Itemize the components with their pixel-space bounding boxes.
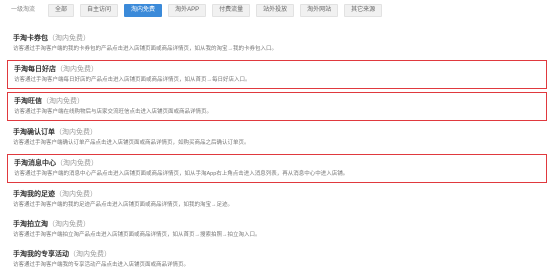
tab-7[interactable]: 淘外网站 bbox=[300, 3, 339, 17]
item-title-line: 手淘拍立淘（淘内免费） bbox=[13, 220, 541, 230]
item-description: 访客通过手淘客户端拍立淘产品点击进入店铺页面或商品详情页，如从首页→搜索拍照→拍… bbox=[13, 232, 261, 238]
source-tabs: 一级淘流 全部 自主访问 淘内免费 淘外APP 付费流量 站外投放 淘外网站 其它来源 bbox=[0, 0, 554, 20]
item-title: 手淘消息中心 bbox=[14, 160, 56, 167]
tab-5[interactable]: 付费流量 bbox=[212, 3, 251, 17]
item-category-tag: （淘内免费） bbox=[48, 35, 90, 42]
item-title-line: 手淘消息中心（淘内免费） bbox=[14, 159, 540, 169]
tab-1[interactable]: 全部 bbox=[48, 3, 75, 17]
item-description: 访客通过手淘客户端我的专享活动产品点击进入店铺页面或商品详情页。 bbox=[13, 262, 190, 268]
item-title: 手淘卡券包 bbox=[13, 35, 48, 42]
item-title-line: 手淘我的专享活动（淘内免费） bbox=[13, 250, 541, 260]
tab-2[interactable]: 自主访问 bbox=[80, 3, 119, 17]
list-item: 手淘卡券包（淘内免费） 访客通过手淘客户端的我的卡券包的产品点击进入店铺页面或商品… bbox=[7, 30, 547, 57]
item-title-line: 手淘卡券包（淘内免费） bbox=[13, 34, 541, 44]
item-description: 访客通过手淘客户端的我的足迹产品点击进入店铺页面或商品详情页，如我的淘宝→足迹。 bbox=[13, 202, 234, 208]
tab-6[interactable]: 站外投放 bbox=[256, 3, 295, 17]
item-title: 手淘我的足迹 bbox=[13, 191, 55, 198]
item-description: 访客通过手淘客户端每日好店的产品点击进入店铺页面或商品详情页，如从首页→每日好店… bbox=[14, 77, 251, 83]
tab-group-label: 一级淘流 bbox=[11, 6, 36, 13]
list-item: 手淘我的足迹（淘内免费） 访客通过手淘客户端的我的足迹产品点击进入店铺页面或商品详… bbox=[7, 186, 547, 213]
item-category-tag: （淘内免费） bbox=[55, 129, 97, 136]
item-title-line: 手淘确认订单（淘内免费） bbox=[13, 128, 541, 138]
item-category-tag: （淘内免费） bbox=[42, 98, 84, 105]
item-title-line: 手淘旺信（淘内免费） bbox=[14, 97, 540, 107]
item-description: 访客通过手淘客户端确认订单产品点击进入店铺页面或商品详情页，如购买商品之后确认订… bbox=[13, 140, 250, 146]
item-category-tag: （淘内免费） bbox=[56, 66, 98, 73]
item-title: 手淘确认订单 bbox=[13, 129, 55, 136]
item-category-tag: （淘内免费） bbox=[56, 160, 98, 167]
item-title: 手淘旺信 bbox=[14, 98, 42, 105]
item-description: 访客通过手淘客户端的我的卡券包的产品点击进入店铺页面或商品详情页，如从我的淘宝→… bbox=[13, 46, 278, 52]
list-item: 手淘每日好店（淘内免费） 访客通过手淘客户端每日好店的产品点击进入店铺页面或商品详… bbox=[7, 60, 547, 89]
item-description: 访客通过手淘客户端的消息中心产品点击进入店铺页面或商品详情页，如从手淘App右上… bbox=[14, 171, 349, 177]
list-item: 手淘消息中心（淘内免费） 访客通过手淘客户端的消息中心产品点击进入店铺页面或商品详… bbox=[7, 154, 547, 183]
list-item: 手淘确认订单（淘内免费） 访客通过手淘客户端确认订单产品点击进入店铺页面或商品详情… bbox=[7, 124, 547, 151]
list-item: 手淘我的专享活动（淘内免费） 访客通过手淘客户端我的专享活动产品点击进入店铺页面或… bbox=[7, 246, 547, 273]
traffic-source-list: 手淘卡券包（淘内免费） 访客通过手淘客户端的我的卡券包的产品点击进入店铺页面或商品… bbox=[7, 30, 547, 273]
list-item: 手淘拍立淘（淘内免费） 访客通过手淘客户端拍立淘产品点击进入店铺页面或商品详情页，… bbox=[7, 216, 547, 243]
item-title: 手淘拍立淘 bbox=[13, 221, 48, 228]
list-item: 手淘旺信（淘内免费） 访客通过手淘客户端在线购物后与店家交流旺信点击进入店铺页面或… bbox=[7, 92, 547, 121]
item-title-line: 手淘我的足迹（淘内免费） bbox=[13, 190, 541, 200]
tab-4[interactable]: 淘外APP bbox=[168, 3, 207, 17]
item-description: 访客通过手淘客户端在线购物后与店家交流旺信点击进入店铺页面或商品详情页。 bbox=[14, 109, 213, 115]
tab-8[interactable]: 其它来源 bbox=[344, 3, 383, 17]
tab-3[interactable]: 淘内免费 bbox=[124, 3, 163, 17]
item-category-tag: （淘内免费） bbox=[48, 221, 90, 228]
item-category-tag: （淘内免费） bbox=[55, 191, 97, 198]
item-title: 手淘每日好店 bbox=[14, 66, 56, 73]
item-title-line: 手淘每日好店（淘内免费） bbox=[14, 65, 540, 75]
